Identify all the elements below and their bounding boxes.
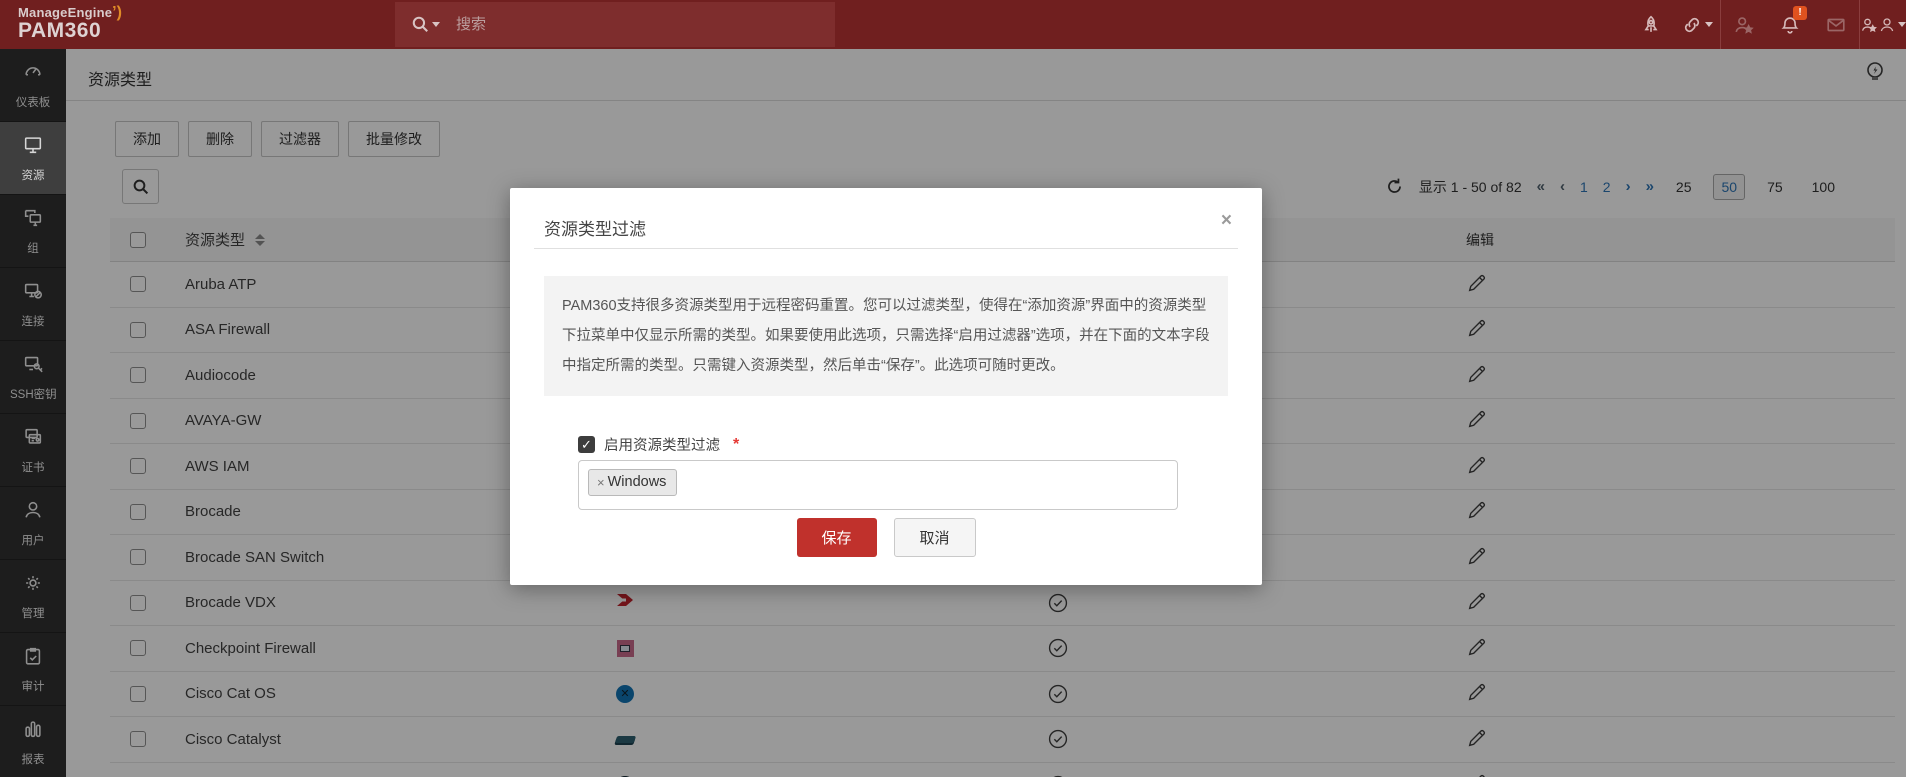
sidebar-item-报表[interactable]: 报表 <box>0 706 66 777</box>
user-icon[interactable] <box>1860 0 1906 49</box>
close-icon[interactable]: × <box>1221 210 1232 232</box>
cancel-button[interactable]: 取消 <box>893 518 976 557</box>
top-bar-icons: ! <box>1628 0 1906 49</box>
dialog-title: 资源类型过滤 <box>544 220 646 239</box>
remove-tag-icon[interactable]: × <box>597 475 605 490</box>
sidebar-item-label: 连接 <box>21 313 45 328</box>
product-text: PAM360 <box>18 19 102 42</box>
report-icon <box>22 718 44 745</box>
tag-label: Windows <box>607 474 667 490</box>
user-star-icon[interactable] <box>1721 0 1767 49</box>
sidebar-item-label: 报表 <box>21 751 45 766</box>
pam360-app: ManageEngineʼ) PAM360 ! 仪表板资源组连接 SSH密钥证书用… <box>0 0 1906 777</box>
sidebar-item-连接[interactable]: 连接 <box>0 268 66 341</box>
sidebar-item-label: 证书 <box>21 459 45 474</box>
resource-type-tag-input[interactable]: × Windows <box>578 460 1178 510</box>
rocket-icon[interactable] <box>1628 0 1674 49</box>
enable-filter-label: 启用资源类型过滤 <box>604 438 720 454</box>
sidebar-item-审计[interactable]: 审计 <box>0 633 66 706</box>
manageengine-pam360-logo: ManageEngineʼ) PAM360 <box>18 4 122 43</box>
sidebar-item-组[interactable]: 组 <box>0 195 66 268</box>
dialog-buttons: 保存 取消 <box>510 518 1262 557</box>
caret-down-icon <box>1705 22 1713 27</box>
sidebar-nav: 仪表板资源组连接 SSH密钥证书用户管理审计报表 <box>0 49 66 777</box>
sidebar-item-仪表板[interactable]: 仪表板 <box>0 49 66 122</box>
sidebar-item-label: 资源 <box>21 167 45 182</box>
certificate-icon <box>22 426 44 453</box>
sidebar-item-管理[interactable]: 管理 <box>0 560 66 633</box>
sidebar-item-label: 管理 <box>21 605 45 620</box>
sidebar-item-label: 审计 <box>21 678 45 693</box>
group-monitors-icon <box>22 207 44 234</box>
dialog-divider <box>534 248 1238 249</box>
sidebar-item-label: SSH密钥 <box>9 386 57 401</box>
brand-text: ManageEngine <box>18 5 113 20</box>
search-input[interactable] <box>456 16 786 33</box>
gauge-icon <box>22 61 44 88</box>
caret-down-icon <box>1898 22 1906 27</box>
user-icon <box>22 499 44 526</box>
monitor-icon <box>22 134 44 161</box>
required-asterisk: * <box>733 435 740 453</box>
link-icon[interactable] <box>1674 0 1720 49</box>
search-icon <box>411 15 440 34</box>
sidebar-item-SSH密钥[interactable]: SSH密钥 <box>0 341 66 414</box>
dialog-info-text: PAM360支持很多资源类型用于远程密码重置。您可以过滤类型，使得在“添加资源”… <box>544 276 1228 396</box>
bell-icon[interactable]: ! <box>1767 0 1813 49</box>
sidebar-item-资源[interactable]: 资源 <box>0 122 66 195</box>
sidebar-item-label: 用户 <box>21 532 45 547</box>
sidebar-item-用户[interactable]: 用户 <box>0 487 66 560</box>
resource-type-filter-dialog: 资源类型过滤 × PAM360支持很多资源类型用于远程密码重置。您可以过滤类型，… <box>510 188 1262 585</box>
sidebar-item-label: 仪表板 <box>15 94 51 109</box>
save-button[interactable]: 保存 <box>796 518 877 557</box>
mail-icon[interactable] <box>1813 0 1859 49</box>
notification-badge: ! <box>1793 6 1807 20</box>
audit-icon <box>22 645 44 672</box>
tag-chip-windows: × Windows <box>588 469 678 496</box>
enable-filter-row: ✓ 启用资源类型过滤 * <box>578 434 739 455</box>
brand-swoosh-icon: ʼ) <box>112 4 122 21</box>
enable-filter-checkbox[interactable]: ✓ <box>578 436 595 453</box>
gear-icon <box>22 572 44 599</box>
global-search[interactable] <box>395 2 835 47</box>
sidebar-item-label: 组 <box>27 240 39 255</box>
sidebar-item-证书[interactable]: 证书 <box>0 414 66 487</box>
ssh-key-icon <box>22 353 44 380</box>
top-bar: ManageEngineʼ) PAM360 ! <box>0 0 1906 49</box>
connection-icon <box>22 280 44 307</box>
search-scope-caret-icon <box>432 22 440 27</box>
